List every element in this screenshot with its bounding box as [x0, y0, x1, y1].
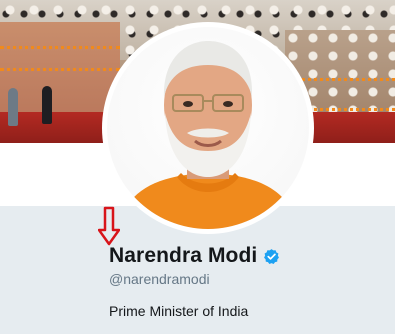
banner-garland — [0, 38, 120, 49]
profile-avatar[interactable] — [107, 27, 309, 229]
profile-name[interactable]: Narendra Modi — [109, 244, 257, 268]
profile-name-row: Narendra Modi — [109, 241, 280, 271]
banner-person — [42, 86, 52, 124]
avatar-image — [117, 41, 299, 229]
red-down-arrow-icon — [98, 206, 120, 246]
profile-bio: Prime Minister of India — [109, 303, 249, 319]
banner-garland — [0, 60, 120, 71]
verified-badge-icon — [264, 248, 280, 264]
banner-person — [8, 88, 18, 126]
profile-handle[interactable]: @narendramodi — [109, 271, 210, 287]
